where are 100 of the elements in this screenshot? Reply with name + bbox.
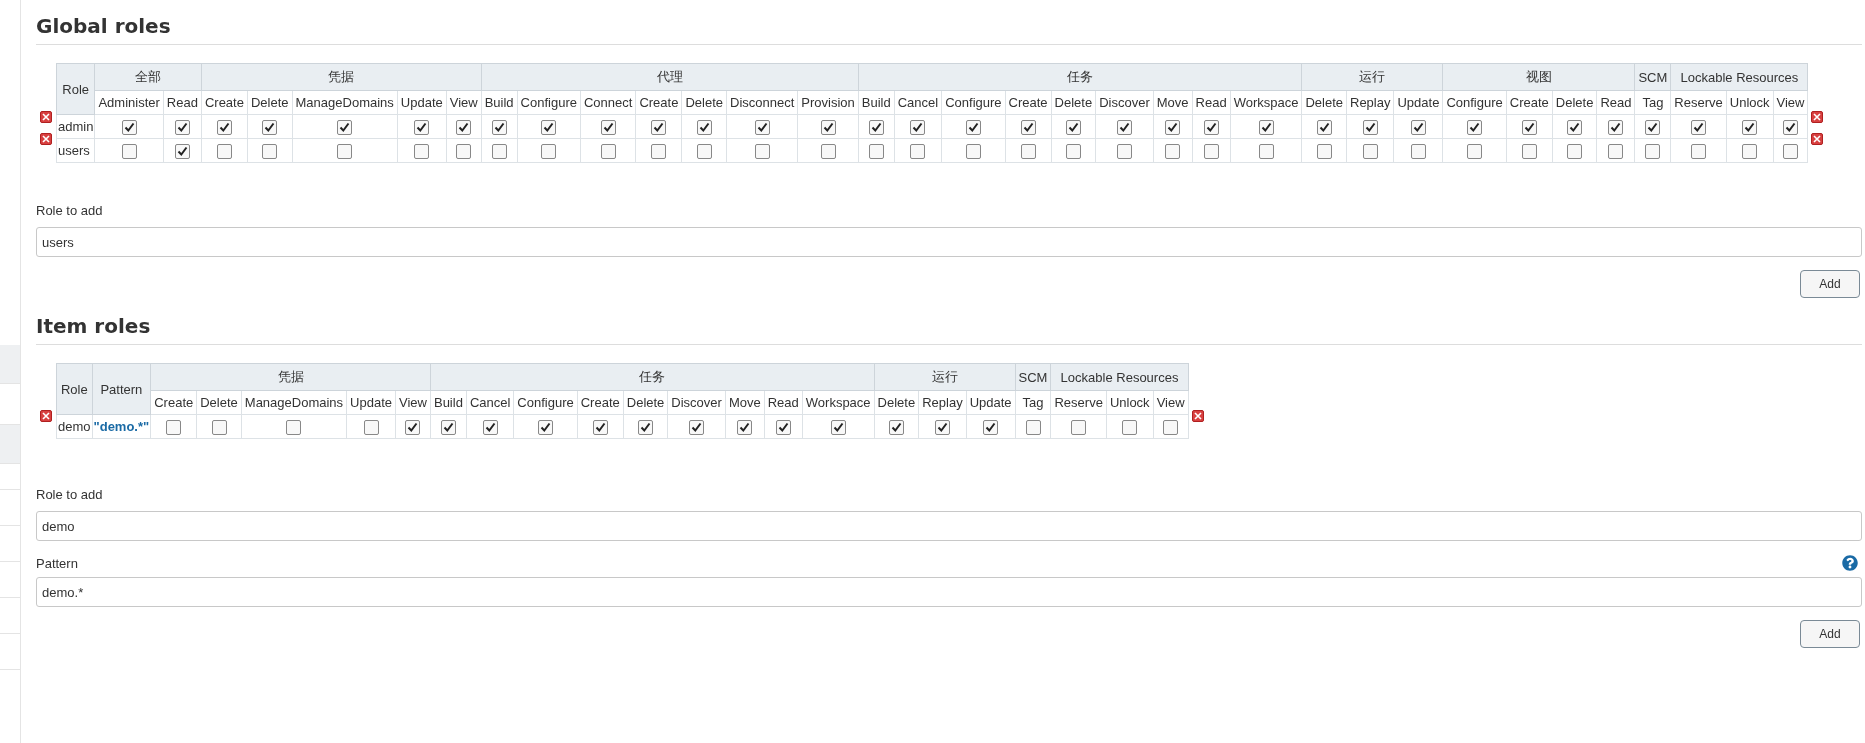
checkbox[interactable] <box>1608 143 1624 159</box>
input-field[interactable]: demo <box>36 511 1862 541</box>
checkbox[interactable] <box>405 419 421 435</box>
checkbox[interactable] <box>337 143 353 159</box>
checkbox[interactable] <box>651 143 667 159</box>
checkbox[interactable] <box>121 119 137 135</box>
checkbox[interactable] <box>1316 119 1332 135</box>
checkbox[interactable] <box>262 119 278 135</box>
checkbox[interactable] <box>868 143 884 159</box>
checkbox[interactable] <box>1163 419 1179 435</box>
checkbox[interactable] <box>1567 143 1583 159</box>
checkbox[interactable] <box>216 119 232 135</box>
checkbox[interactable] <box>934 419 950 435</box>
checkbox[interactable] <box>1258 119 1274 135</box>
checkbox[interactable] <box>414 119 430 135</box>
checkbox[interactable] <box>491 119 507 135</box>
checkbox[interactable] <box>775 419 791 435</box>
checkbox[interactable] <box>286 419 302 435</box>
checkbox[interactable] <box>1065 119 1081 135</box>
checkbox[interactable] <box>600 143 616 159</box>
checkbox[interactable] <box>965 119 981 135</box>
checkbox[interactable] <box>1742 143 1758 159</box>
checkbox[interactable] <box>820 119 836 135</box>
checkbox[interactable] <box>1783 143 1798 159</box>
checkbox[interactable] <box>174 119 190 135</box>
checkbox[interactable] <box>363 419 379 435</box>
checkbox[interactable] <box>754 143 770 159</box>
checkbox[interactable] <box>592 419 608 435</box>
checkbox[interactable] <box>414 143 430 159</box>
checkbox[interactable] <box>211 419 227 435</box>
checkbox[interactable] <box>216 143 232 159</box>
checkbox[interactable] <box>888 419 904 435</box>
checkbox[interactable] <box>1410 119 1426 135</box>
checkbox[interactable] <box>696 119 712 135</box>
checkbox[interactable] <box>262 143 278 159</box>
checkbox[interactable] <box>600 119 616 135</box>
checkbox[interactable] <box>166 419 182 435</box>
checkbox[interactable] <box>910 143 926 159</box>
checkbox[interactable] <box>1521 143 1537 159</box>
delete-icon[interactable] <box>40 410 52 422</box>
checkbox[interactable] <box>1691 143 1707 159</box>
checkbox[interactable] <box>651 119 667 135</box>
checkbox[interactable] <box>1203 119 1219 135</box>
checkbox[interactable] <box>638 419 654 435</box>
checkbox[interactable] <box>1410 143 1426 159</box>
add-button[interactable]: Add <box>1800 270 1860 298</box>
checkbox[interactable] <box>1258 143 1274 159</box>
checkbox[interactable] <box>174 143 190 159</box>
checkbox[interactable] <box>1362 119 1378 135</box>
checkbox[interactable] <box>868 119 884 135</box>
checkbox[interactable] <box>1521 119 1537 135</box>
checkbox[interactable] <box>983 419 999 435</box>
checkbox[interactable] <box>1025 419 1041 435</box>
checkbox[interactable] <box>1203 143 1219 159</box>
checkbox[interactable] <box>1742 119 1758 135</box>
delete-icon[interactable] <box>40 133 52 145</box>
checkbox[interactable] <box>1071 419 1087 435</box>
checkbox[interactable] <box>1645 119 1661 135</box>
delete-icon[interactable] <box>1811 133 1824 145</box>
checkbox[interactable] <box>491 143 507 159</box>
checkbox[interactable] <box>337 119 353 135</box>
checkbox[interactable] <box>696 143 712 159</box>
checkbox[interactable] <box>541 119 557 135</box>
help-icon[interactable] <box>1842 555 1858 571</box>
checkbox[interactable] <box>1467 119 1483 135</box>
checkbox[interactable] <box>1116 119 1132 135</box>
checkbox[interactable] <box>689 419 705 435</box>
checkbox[interactable] <box>1645 143 1661 159</box>
add-button[interactable]: Add <box>1800 620 1860 648</box>
checkbox[interactable] <box>1316 143 1332 159</box>
input-field[interactable]: users <box>36 227 1862 257</box>
checkbox[interactable] <box>830 419 846 435</box>
checkbox[interactable] <box>965 143 981 159</box>
checkbox[interactable] <box>1467 143 1483 159</box>
checkbox[interactable] <box>754 119 770 135</box>
checkbox[interactable] <box>1020 119 1036 135</box>
checkbox[interactable] <box>482 419 498 435</box>
checkbox[interactable] <box>1567 119 1583 135</box>
checkbox[interactable] <box>737 419 753 435</box>
checkbox[interactable] <box>121 143 137 159</box>
delete-icon[interactable] <box>1191 410 1204 422</box>
checkbox[interactable] <box>440 419 456 435</box>
checkbox[interactable] <box>1362 143 1378 159</box>
checkbox[interactable] <box>820 143 836 159</box>
delete-icon[interactable] <box>40 111 52 123</box>
input-field[interactable]: demo.* <box>36 577 1862 607</box>
checkbox[interactable] <box>1065 143 1081 159</box>
checkbox[interactable] <box>456 143 472 159</box>
checkbox[interactable] <box>541 143 557 159</box>
checkbox[interactable] <box>1165 143 1181 159</box>
checkbox[interactable] <box>1608 119 1624 135</box>
checkbox[interactable] <box>456 119 472 135</box>
checkbox[interactable] <box>1020 143 1036 159</box>
checkbox[interactable] <box>1122 419 1138 435</box>
checkbox[interactable] <box>1116 143 1132 159</box>
checkbox[interactable] <box>910 119 926 135</box>
checkbox[interactable] <box>1691 119 1707 135</box>
checkbox[interactable] <box>1783 119 1798 135</box>
checkbox[interactable] <box>538 419 554 435</box>
delete-icon[interactable] <box>1811 111 1824 123</box>
